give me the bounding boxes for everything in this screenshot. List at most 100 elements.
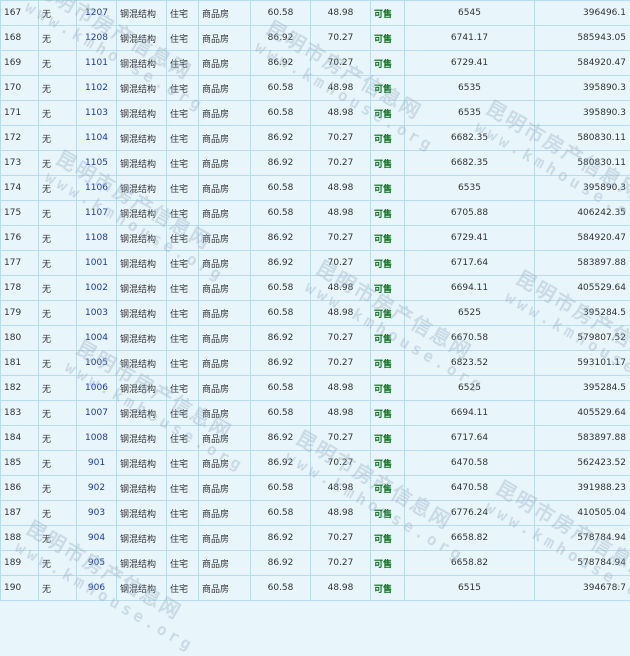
room-number-link[interactable]: 1005 xyxy=(85,358,108,368)
structure-cell: 钢混结构 xyxy=(117,126,167,151)
sale-status-cell: 可售 xyxy=(371,451,405,476)
room-cell[interactable]: 1105 xyxy=(77,151,117,176)
room-number-link[interactable]: 1207 xyxy=(85,8,108,18)
room-cell[interactable]: 1007 xyxy=(77,401,117,426)
room-cell[interactable]: 902 xyxy=(77,476,117,501)
room-number-link[interactable]: 1107 xyxy=(85,208,108,218)
structure-cell: 钢混结构 xyxy=(117,101,167,126)
room-cell[interactable]: 901 xyxy=(77,451,117,476)
room-cell[interactable]: 1003 xyxy=(77,301,117,326)
total-price-cell: 580830.11 xyxy=(535,126,630,151)
mark-cell: 无 xyxy=(39,476,77,501)
mark-cell: 无 xyxy=(39,201,77,226)
room-cell[interactable]: 905 xyxy=(77,551,117,576)
room-number-link[interactable]: 905 xyxy=(88,558,105,568)
room-cell[interactable]: 1108 xyxy=(77,226,117,251)
structure-cell: 钢混结构 xyxy=(117,451,167,476)
total-price-cell: 395890.3 xyxy=(535,176,630,201)
inner-area-cell: 70.27 xyxy=(311,551,371,576)
room-number-link[interactable]: 902 xyxy=(88,483,105,493)
table-row: 184无1008钢混结构住宅商品房86.9270.27可售6717.645838… xyxy=(1,426,630,451)
room-number-link[interactable]: 901 xyxy=(88,458,105,468)
table-row: 178无1002钢混结构住宅商品房60.5848.98可售6694.114055… xyxy=(1,276,630,301)
unit-price-cell: 6535 xyxy=(405,76,535,101)
room-cell[interactable]: 906 xyxy=(77,576,117,601)
room-number-link[interactable]: 1004 xyxy=(85,333,108,343)
house-type-cell: 商品房 xyxy=(199,251,251,276)
usage-cell: 住宅 xyxy=(167,526,199,551)
house-type-cell: 商品房 xyxy=(199,101,251,126)
mark-cell: 无 xyxy=(39,501,77,526)
room-number-link[interactable]: 1001 xyxy=(85,258,108,268)
room-cell[interactable]: 904 xyxy=(77,526,117,551)
building-area-cell: 86.92 xyxy=(251,351,311,376)
house-type-cell: 商品房 xyxy=(199,176,251,201)
room-cell[interactable]: 1208 xyxy=(77,26,117,51)
row-number-cell: 171 xyxy=(1,101,39,126)
table-row: 177无1001钢混结构住宅商品房86.9270.27可售6717.645838… xyxy=(1,251,630,276)
inner-area-cell: 48.98 xyxy=(311,1,371,26)
usage-cell: 住宅 xyxy=(167,351,199,376)
room-number-link[interactable]: 1102 xyxy=(85,83,108,93)
room-number-link[interactable]: 1104 xyxy=(85,133,108,143)
mark-cell: 无 xyxy=(39,26,77,51)
room-number-link[interactable]: 1101 xyxy=(85,58,108,68)
unit-price-cell: 6694.11 xyxy=(405,276,535,301)
building-area-cell: 86.92 xyxy=(251,151,311,176)
room-cell[interactable]: 1004 xyxy=(77,326,117,351)
total-price-cell: 410505.04 xyxy=(535,501,630,526)
building-area-cell: 86.92 xyxy=(251,126,311,151)
room-number-link[interactable]: 1006 xyxy=(85,383,108,393)
room-number-link[interactable]: 1208 xyxy=(85,33,108,43)
sale-status-cell: 可售 xyxy=(371,151,405,176)
room-number-link[interactable]: 903 xyxy=(88,508,105,518)
room-number-link[interactable]: 1108 xyxy=(85,233,108,243)
room-cell[interactable]: 1104 xyxy=(77,126,117,151)
room-cell[interactable]: 1001 xyxy=(77,251,117,276)
room-number-link[interactable]: 904 xyxy=(88,533,105,543)
room-number-link[interactable]: 1007 xyxy=(85,408,108,418)
unit-price-cell: 6682.35 xyxy=(405,126,535,151)
total-price-cell: 578784.94 xyxy=(535,551,630,576)
room-cell[interactable]: 1107 xyxy=(77,201,117,226)
total-price-cell: 584920.47 xyxy=(535,226,630,251)
room-cell[interactable]: 1006 xyxy=(77,376,117,401)
room-cell[interactable]: 903 xyxy=(77,501,117,526)
inner-area-cell: 48.98 xyxy=(311,476,371,501)
room-cell[interactable]: 1101 xyxy=(77,51,117,76)
room-cell[interactable]: 1005 xyxy=(77,351,117,376)
room-cell[interactable]: 1002 xyxy=(77,276,117,301)
house-type-cell: 商品房 xyxy=(199,451,251,476)
house-type-cell: 商品房 xyxy=(199,26,251,51)
house-type-cell: 商品房 xyxy=(199,276,251,301)
usage-cell: 住宅 xyxy=(167,276,199,301)
mark-cell: 无 xyxy=(39,176,77,201)
room-number-link[interactable]: 1003 xyxy=(85,308,108,318)
house-type-cell: 商品房 xyxy=(199,226,251,251)
room-cell[interactable]: 1207 xyxy=(77,1,117,26)
mark-cell: 无 xyxy=(39,401,77,426)
table-row: 188无904钢混结构住宅商品房86.9270.27可售6658.8257878… xyxy=(1,526,630,551)
room-number-link[interactable]: 1103 xyxy=(85,108,108,118)
sale-status-cell: 可售 xyxy=(371,501,405,526)
room-number-link[interactable]: 1002 xyxy=(85,283,108,293)
inner-area-cell: 48.98 xyxy=(311,376,371,401)
inner-area-cell: 48.98 xyxy=(311,76,371,101)
mark-cell: 无 xyxy=(39,101,77,126)
room-cell[interactable]: 1103 xyxy=(77,101,117,126)
room-number-link[interactable]: 1008 xyxy=(85,433,108,443)
mark-cell: 无 xyxy=(39,576,77,601)
usage-cell: 住宅 xyxy=(167,226,199,251)
house-type-cell: 商品房 xyxy=(199,426,251,451)
room-number-link[interactable]: 1106 xyxy=(85,183,108,193)
building-area-cell: 60.58 xyxy=(251,176,311,201)
room-number-link[interactable]: 906 xyxy=(88,583,105,593)
house-type-cell: 商品房 xyxy=(199,126,251,151)
room-number-link[interactable]: 1105 xyxy=(85,158,108,168)
room-cell[interactable]: 1106 xyxy=(77,176,117,201)
building-area-cell: 86.92 xyxy=(251,451,311,476)
sale-status-cell: 可售 xyxy=(371,326,405,351)
room-cell[interactable]: 1008 xyxy=(77,426,117,451)
room-cell[interactable]: 1102 xyxy=(77,76,117,101)
sale-status-cell: 可售 xyxy=(371,176,405,201)
